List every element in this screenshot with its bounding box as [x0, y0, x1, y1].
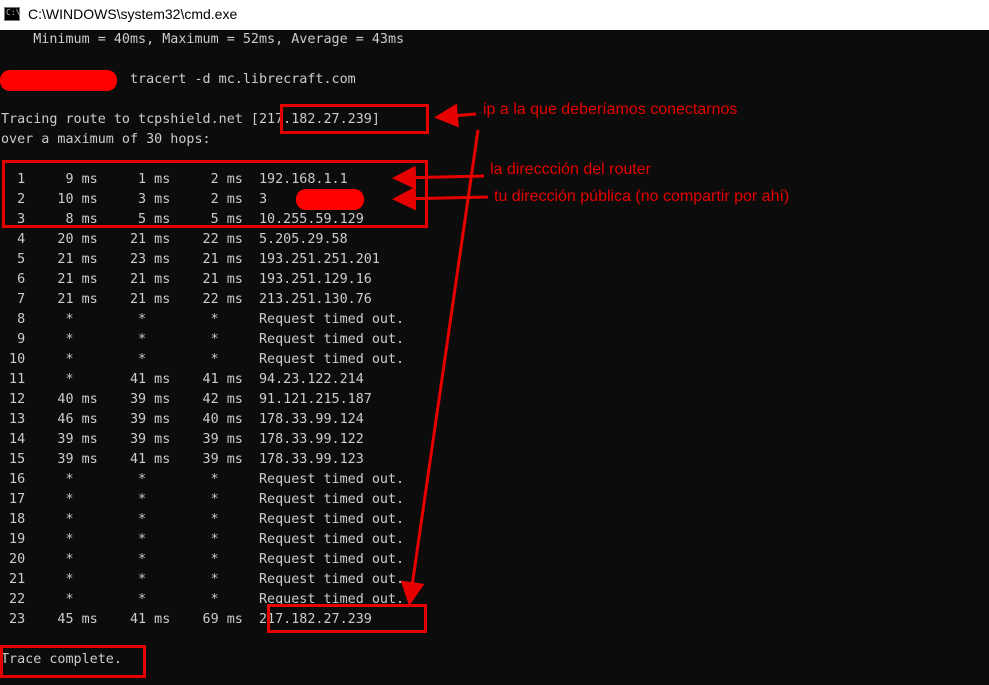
arrow-to-target-ip [434, 103, 477, 128]
arrow-to-public-ip [392, 186, 489, 211]
annotation-arrows [392, 103, 489, 606]
arrow-to-final-hop [400, 129, 480, 606]
